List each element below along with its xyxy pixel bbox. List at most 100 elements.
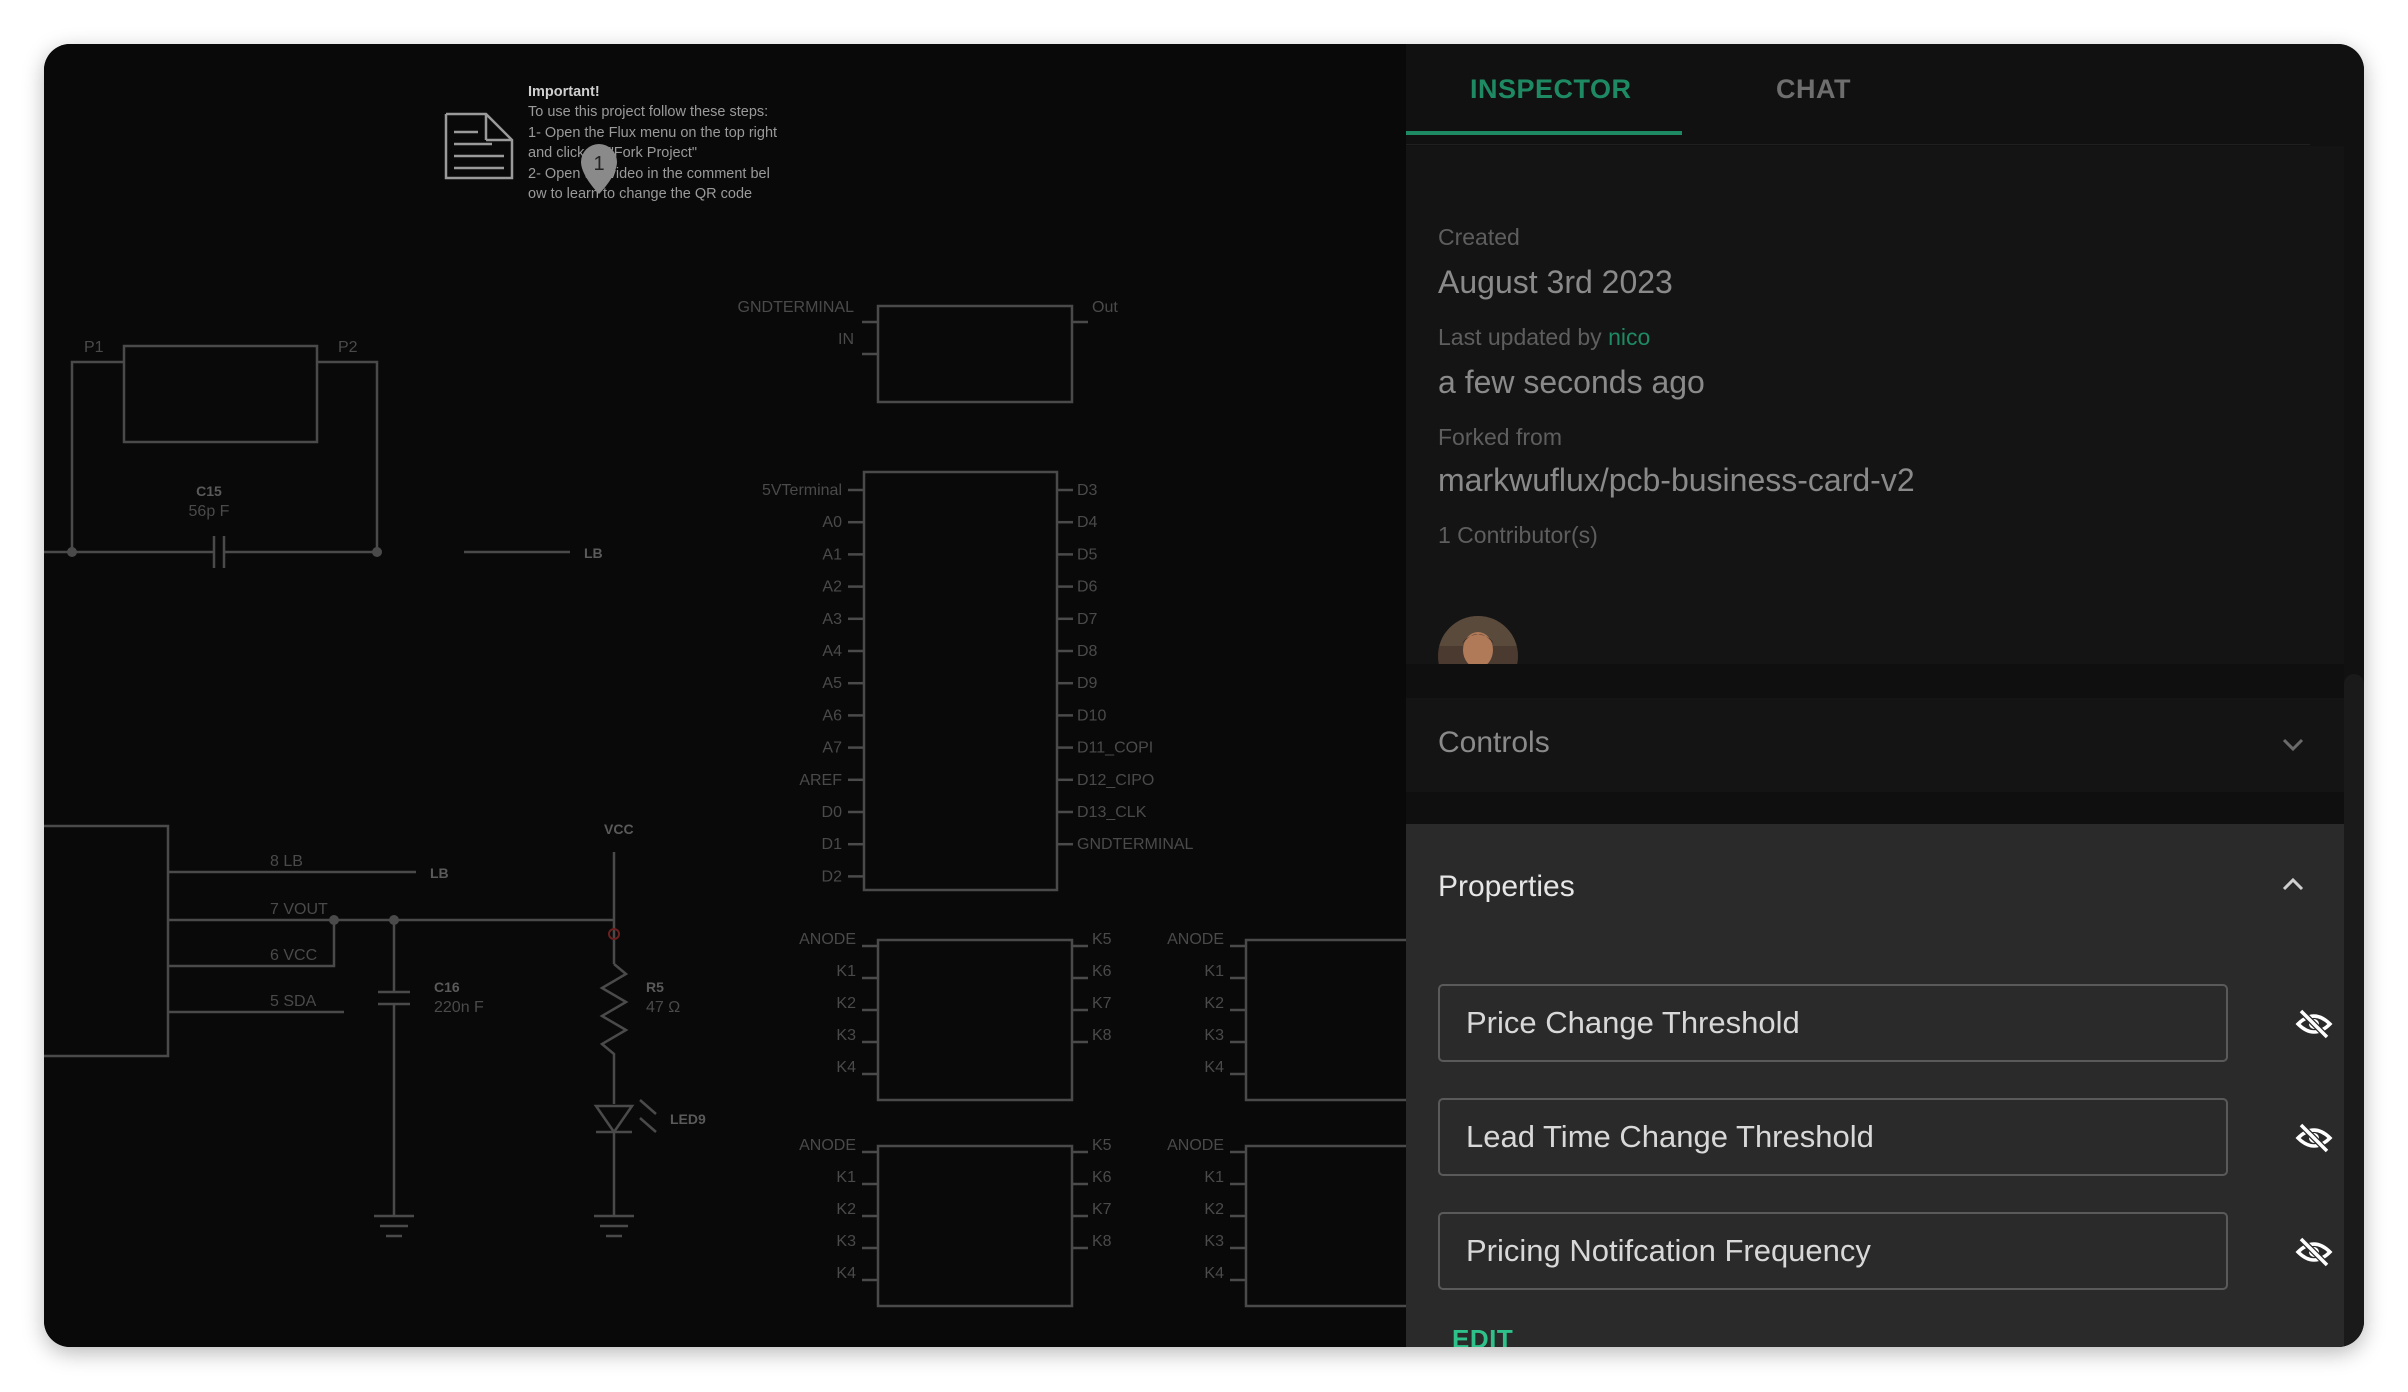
property-field-price-change-threshold[interactable]: Price Change Threshold: [1438, 984, 2228, 1062]
pin-label: D7: [1077, 611, 1098, 628]
pin-label: A7: [822, 740, 842, 757]
properties-title: Properties: [1438, 870, 1575, 903]
pin-label: K1: [836, 1169, 856, 1186]
display-4-body: [1244, 1144, 1406, 1308]
pin-label: K1: [1204, 1169, 1224, 1186]
updated-label: Last updated by nico: [1438, 324, 1650, 351]
pin-label: IN: [838, 331, 854, 348]
updated-value: a few seconds ago: [1438, 364, 1705, 400]
pin-label: D10: [1077, 707, 1106, 724]
display-3-body: [1244, 938, 1406, 1102]
inspector-panel: INSPECTOR CHAT Created August 3rd 2023 L…: [1406, 44, 2364, 1347]
pin-label: D12_CIPO: [1077, 772, 1154, 789]
pin-label: A6: [822, 707, 842, 724]
c15-value: 56p F: [189, 503, 230, 520]
controls-title: Controls: [1438, 726, 1550, 759]
pin-label: K6: [1092, 963, 1112, 980]
vcc-label: VCC: [604, 821, 634, 837]
pin-label: 6 VCC: [270, 947, 317, 964]
pin-label: K3: [836, 1233, 856, 1250]
created-value: August 3rd 2023: [1438, 264, 1673, 300]
pin-label: D2: [822, 868, 843, 885]
chevron-down-icon: [2282, 738, 2304, 752]
chevron-up-icon[interactable]: [2280, 872, 2306, 898]
tab-inspector[interactable]: INSPECTOR: [1470, 74, 1632, 105]
pin-label: K8: [1092, 1027, 1112, 1044]
property-field-pricing-notification-frequency[interactable]: Pricing Notifcation Frequency: [1438, 1212, 2228, 1290]
pin-label: ANODE: [799, 1137, 856, 1154]
project-meta: Created August 3rd 2023 Last updated by …: [1406, 146, 2344, 696]
pin-label: K4: [836, 1265, 856, 1282]
pin-label: K7: [1092, 995, 1112, 1012]
led-label: LED9: [670, 1111, 706, 1127]
pin-label: P1: [84, 339, 104, 356]
pin-label: GNDTERMINAL: [1077, 836, 1194, 853]
c16-value: 220n F: [434, 999, 484, 1016]
header-body: [44, 824, 170, 1058]
updated-user-link[interactable]: nico: [1608, 324, 1650, 350]
pin-label: K4: [1204, 1265, 1224, 1282]
mcu-body: [862, 470, 1059, 892]
display-1-body: [876, 938, 1074, 1102]
pin-label: ANODE: [1167, 1137, 1224, 1154]
pin-label: K5: [1092, 1137, 1112, 1154]
pin-label: A5: [822, 675, 842, 692]
property-field-lead-time-change-threshold[interactable]: Lead Time Change Threshold: [1438, 1098, 2228, 1176]
eye-off-icon[interactable]: [2294, 1121, 2334, 1155]
pin-label: Out: [1092, 299, 1118, 316]
pin-label: A1: [822, 546, 842, 563]
r5-label: R5: [646, 979, 664, 995]
pin-label: K4: [836, 1059, 856, 1076]
eye-off-icon[interactable]: [2294, 1007, 2334, 1041]
pin-label: D5: [1077, 546, 1098, 563]
pin-label: K8: [1092, 1233, 1112, 1250]
c16-label: C16: [434, 979, 460, 995]
comment-count: 1: [593, 153, 604, 175]
controls-section-header[interactable]: Controls: [1406, 698, 2344, 792]
contributors-label: 1 Contributor(s): [1438, 522, 1598, 548]
pin-label: D3: [1077, 482, 1098, 499]
active-tab-indicator: [1406, 131, 1682, 135]
pin-label: K5: [1092, 931, 1112, 948]
pin-label: K6: [1092, 1169, 1112, 1186]
tab-bar: INSPECTOR CHAT: [1406, 44, 2364, 145]
pin-label: D9: [1077, 675, 1098, 692]
app-window: GNDTERMINAL IN Out P1 P2 C15 56p F LB 5V…: [44, 44, 2364, 1347]
pin-label: K7: [1092, 1201, 1112, 1218]
schematic-drawing: GNDTERMINAL IN Out P1 P2 C15 56p F LB 5V…: [44, 84, 1406, 1308]
pin-label: K3: [1204, 1027, 1224, 1044]
pin-label: K1: [1204, 963, 1224, 980]
note-line: To use this project follow these steps:: [528, 104, 768, 120]
pin-label: K3: [836, 1027, 856, 1044]
tab-divider: [1406, 144, 2310, 145]
pin-label: A0: [822, 514, 842, 531]
note-line: 2- Open the video in the comment bel: [528, 166, 770, 182]
pin-label: A3: [822, 611, 842, 628]
forked-label: Forked from: [1438, 424, 1562, 450]
tab-chat[interactable]: CHAT: [1776, 74, 1851, 105]
section-gap: [1406, 664, 2344, 698]
crystal-body: [122, 344, 319, 444]
r5-value: 47 Ω: [646, 999, 680, 1016]
properties-section: Properties Price Change Threshold Lead T…: [1406, 824, 2344, 1347]
eye-off-icon[interactable]: [2294, 1235, 2334, 1269]
pin-label: D6: [1077, 579, 1098, 596]
pin-label: 5 SDA: [270, 993, 317, 1010]
panel-scrollbar[interactable]: [2344, 674, 2364, 1347]
edit-properties-button[interactable]: EDIT: [1452, 1324, 1513, 1347]
pin-label: ANODE: [799, 931, 856, 948]
schematic-canvas[interactable]: GNDTERMINAL IN Out P1 P2 C15 56p F LB 5V…: [44, 44, 1406, 1347]
pin-label: K4: [1204, 1059, 1224, 1076]
section-gap: [1406, 792, 2344, 824]
pin-label: D4: [1077, 514, 1098, 531]
document-icon: [444, 112, 514, 180]
pin-label: D1: [822, 836, 843, 853]
created-label: Created: [1438, 224, 1520, 250]
note-line: ow to learn to change the QR code: [528, 186, 752, 202]
forked-link[interactable]: markwuflux/pcb-business-card-v2: [1438, 462, 1915, 499]
note-line: 1- Open the Flux menu on the top right: [528, 125, 777, 141]
net-label: LB: [584, 545, 603, 561]
pin-label: 7 VOUT: [270, 901, 328, 918]
pin-label: AREF: [799, 772, 842, 789]
top-part-body: [876, 304, 1074, 404]
